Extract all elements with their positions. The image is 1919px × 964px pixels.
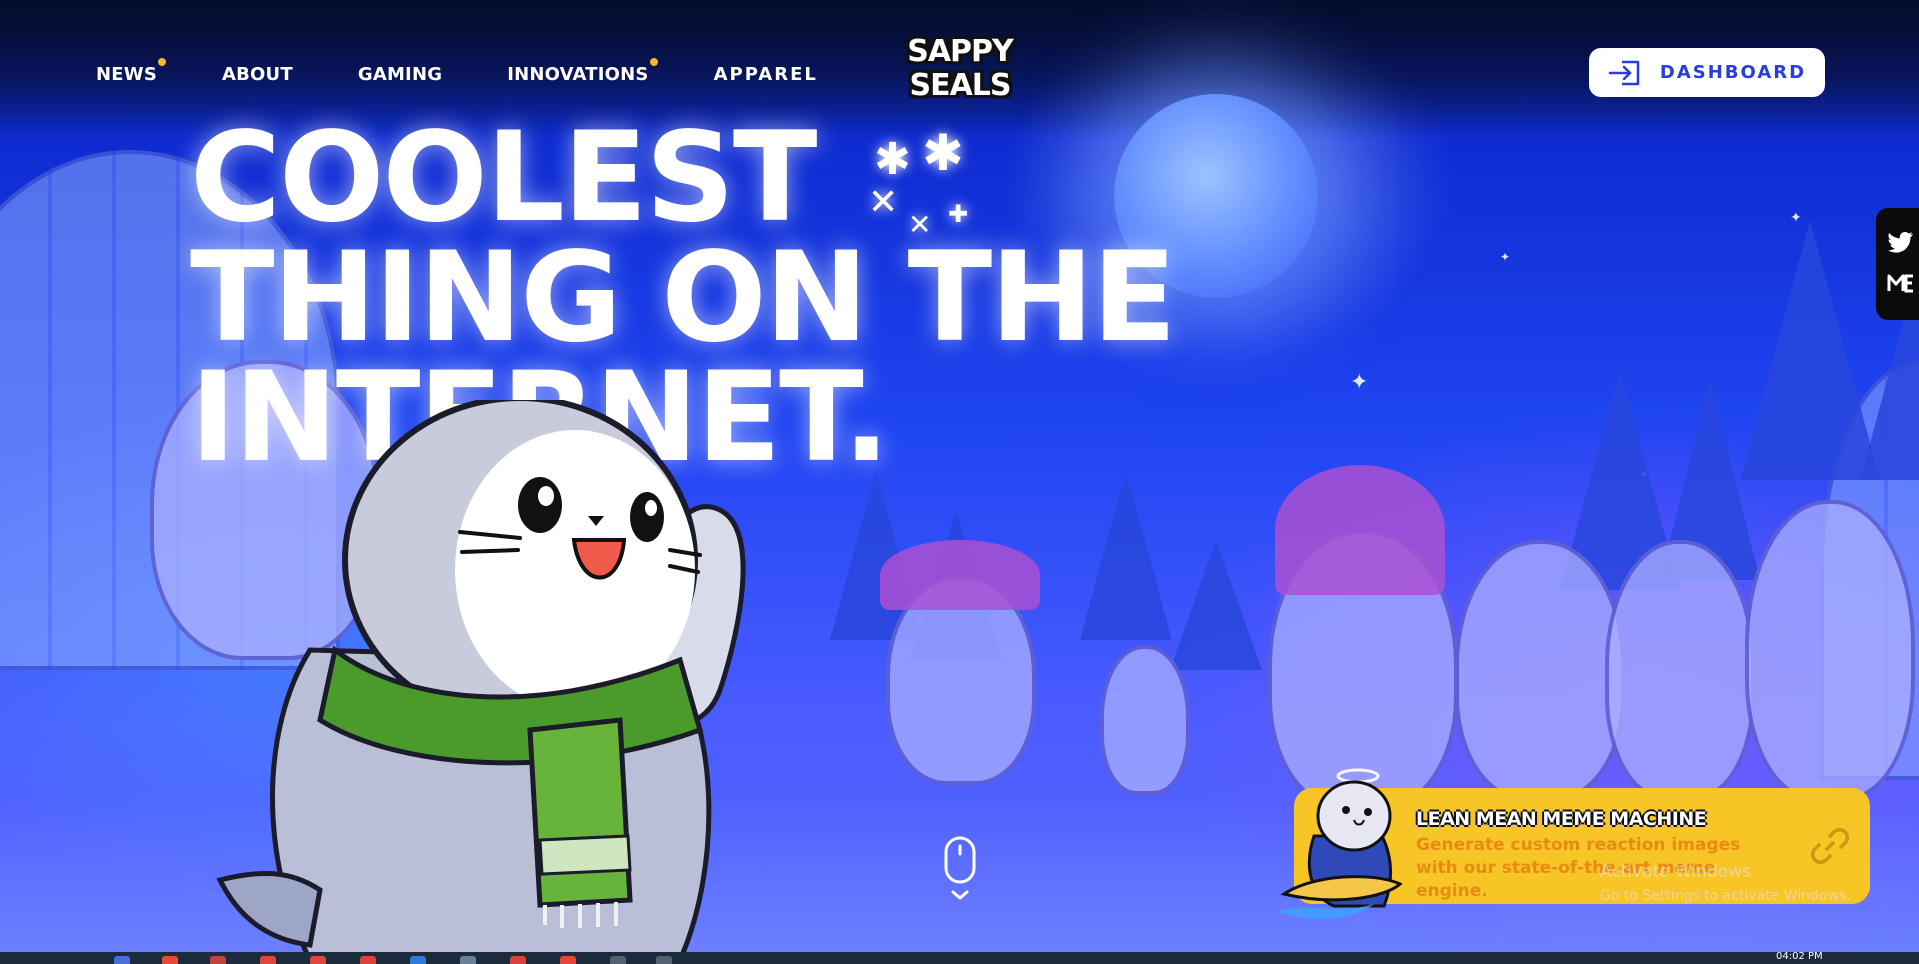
social-rail	[1876, 208, 1919, 320]
nav-label: INNOVATIONS	[507, 64, 649, 85]
meme-card-title: LEAN MEAN MEME MACHINE	[1416, 808, 1707, 830]
star: ✦	[1350, 370, 1369, 395]
watermark-line-2: Go to Settings to activate Windows.	[1600, 888, 1851, 904]
magic-eden-icon[interactable]	[1887, 273, 1915, 297]
nav-item-gaming[interactable]: GAMING	[358, 64, 442, 85]
background-seal	[1745, 500, 1915, 800]
main-nav: NEWS ABOUT GAMING INNOVATIONS APPAREL	[96, 58, 818, 85]
sappy-seals-logo[interactable]: SAPPY SEALS	[907, 30, 1014, 108]
taskbar-app-icon[interactable]	[656, 956, 672, 964]
twitter-icon[interactable]	[1887, 231, 1914, 257]
winter-hat	[1275, 465, 1445, 595]
os-taskbar: 04:02 PM	[0, 952, 1919, 964]
nav-label: APPAREL	[713, 64, 818, 85]
taskbar-app-icon[interactable]	[510, 956, 526, 964]
taskbar-app-icon[interactable]	[360, 956, 376, 964]
dashboard-label: DASHBOARD	[1659, 62, 1807, 83]
taskbar-app-icon[interactable]	[162, 956, 178, 964]
taskbar-app-icon[interactable]	[410, 956, 426, 964]
sparkle-icon: ✱	[874, 134, 911, 185]
nav-label: GAMING	[357, 64, 443, 85]
logo-line-2: SEALS	[909, 68, 1011, 103]
login-icon	[1608, 60, 1640, 85]
winter-hat	[880, 540, 1040, 610]
logo-line-1: SAPPY	[907, 34, 1014, 69]
windows-activation-watermark: Activate Windows Go to Settings to activ…	[1600, 862, 1851, 904]
link-icon	[1811, 828, 1849, 864]
background-seal	[1605, 540, 1755, 800]
nav-item-about[interactable]: ABOUT	[222, 64, 293, 85]
star: ✦	[1500, 250, 1511, 264]
taskbar-clock[interactable]: 04:02 PM	[1776, 952, 1823, 962]
taskbar-app-icon[interactable]	[610, 956, 626, 964]
nav-item-innovations[interactable]: INNOVATIONS	[507, 58, 658, 85]
sparkle-icon: ✚	[948, 200, 969, 228]
headline-line-2: THING ON THE	[190, 226, 1177, 370]
taskbar-app-icon[interactable]	[460, 956, 476, 964]
taskbar-app-icon[interactable]	[560, 956, 576, 964]
sparkle-icon: ✱	[922, 124, 964, 182]
nav-item-news[interactable]: NEWS	[96, 58, 166, 85]
taskbar-app-icon[interactable]	[310, 956, 326, 964]
sparkle-icon: ✕	[908, 208, 932, 241]
seal-mascot-illustration	[216, 400, 746, 960]
notification-dot	[157, 58, 166, 66]
scroll-down-indicator[interactable]	[944, 836, 976, 902]
taskbar-app-icon[interactable]	[114, 956, 130, 964]
background-seal	[1455, 540, 1625, 800]
notification-dot	[649, 58, 658, 66]
dashboard-button[interactable]: DASHBOARD	[1589, 48, 1825, 97]
pine-tree	[1170, 540, 1262, 670]
watermark-line-1: Activate Windows	[1600, 862, 1751, 882]
nav-label: NEWS	[96, 64, 157, 85]
sparkle-icon: ✕	[868, 182, 899, 223]
headline-line-1: COOLEST	[190, 106, 817, 250]
background-seal	[1100, 645, 1190, 795]
nav-label: ABOUT	[221, 64, 293, 85]
pine-tree	[1080, 470, 1172, 640]
pine-tree	[1740, 220, 1880, 480]
nav-item-apparel[interactable]: APPAREL	[714, 64, 818, 85]
taskbar-app-icon[interactable]	[210, 956, 226, 964]
astronaut-seal-illustration	[1278, 768, 1403, 919]
sparkle-decoration: ✱ ✱ ✕ ✕ ✚	[868, 124, 978, 250]
taskbar-app-icon[interactable]	[260, 956, 276, 964]
